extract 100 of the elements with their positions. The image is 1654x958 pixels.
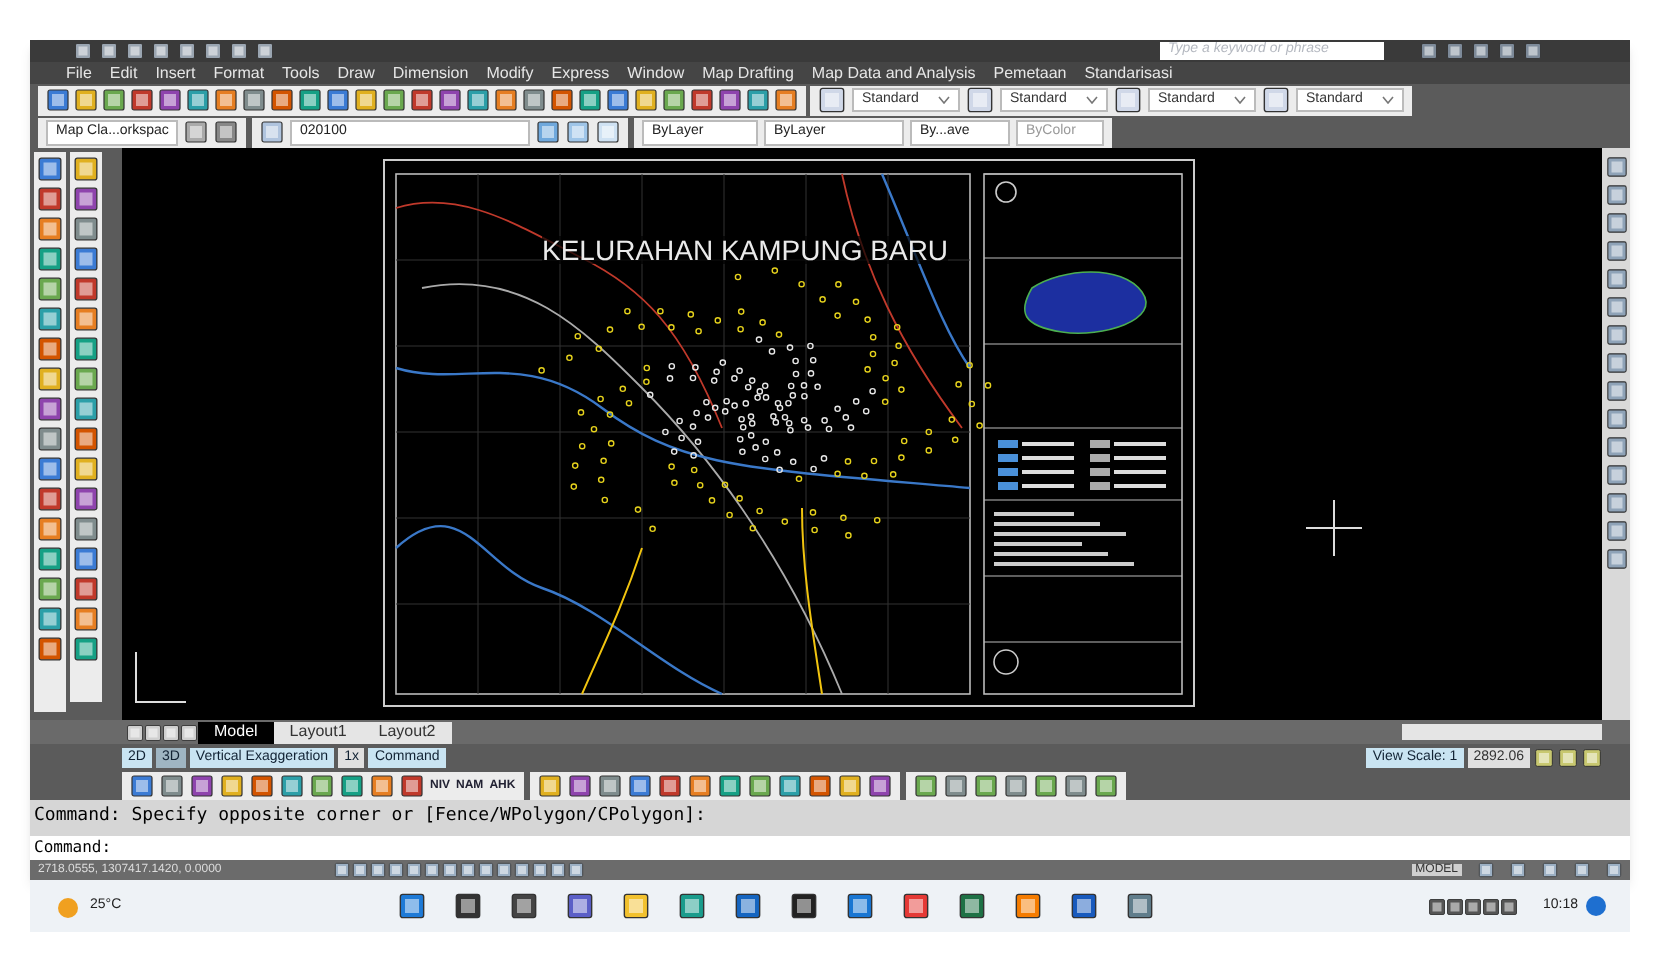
toolbar-icon[interactable] bbox=[410, 88, 434, 112]
toolbar-icon[interactable] bbox=[130, 773, 154, 797]
toolbar-icon[interactable] bbox=[1033, 773, 1058, 797]
toolbar-icon[interactable] bbox=[1605, 296, 1627, 318]
menu-item[interactable]: Express bbox=[551, 65, 610, 81]
toolbar-icon[interactable] bbox=[72, 576, 100, 602]
scrollbar[interactable] bbox=[1402, 724, 1602, 740]
toolbar-icon[interactable] bbox=[634, 88, 658, 112]
toolbar-icon[interactable] bbox=[36, 336, 64, 362]
toolbar-icon[interactable] bbox=[537, 773, 562, 797]
menu-item[interactable]: Modify bbox=[486, 65, 534, 81]
toolbar-icon[interactable] bbox=[72, 606, 100, 632]
toolbar-icon[interactable] bbox=[36, 246, 64, 272]
toolbar-icon[interactable] bbox=[494, 88, 518, 112]
toolbar-icon[interactable] bbox=[72, 216, 100, 242]
toolbar-icon[interactable] bbox=[72, 486, 100, 512]
taskbar-app-icon[interactable] bbox=[733, 892, 762, 920]
toolbar-icon[interactable] bbox=[72, 186, 100, 212]
toolbar-icon[interactable] bbox=[867, 773, 892, 797]
toolbar-icon[interactable] bbox=[567, 773, 592, 797]
toolbar-icon[interactable] bbox=[1605, 324, 1627, 346]
toolbar-icon[interactable] bbox=[340, 773, 364, 797]
menu-item[interactable]: Pemetaan bbox=[993, 65, 1067, 81]
taskbar-app-icon[interactable] bbox=[621, 892, 650, 920]
toolbar-icon[interactable] bbox=[1605, 352, 1627, 374]
toolbar-icon[interactable] bbox=[370, 773, 394, 797]
taskbar-app-icon[interactable] bbox=[1013, 892, 1042, 920]
taskbar-app-icon[interactable] bbox=[957, 892, 986, 920]
toolbar-icon[interactable] bbox=[36, 636, 64, 662]
toolbar-icon[interactable] bbox=[72, 306, 100, 332]
toolbar-icon[interactable] bbox=[36, 186, 64, 212]
toolbar-icon[interactable] bbox=[1605, 380, 1627, 402]
menu-item[interactable]: Map Drafting bbox=[702, 65, 794, 81]
menu-item[interactable]: File bbox=[66, 65, 92, 81]
toolbar-icon[interactable] bbox=[1605, 436, 1627, 458]
toolbar-icon[interactable] bbox=[72, 156, 100, 182]
toolbar-icon[interactable] bbox=[214, 120, 238, 144]
toolbar-icon[interactable] bbox=[1605, 520, 1627, 542]
taskbar-app-icon[interactable] bbox=[901, 892, 930, 920]
toolbar-icon[interactable] bbox=[72, 366, 100, 392]
settings-icon[interactable] bbox=[184, 120, 208, 144]
toolbar-icon[interactable] bbox=[250, 773, 274, 797]
toolbar-icon[interactable] bbox=[72, 456, 100, 482]
toolbar-icon[interactable] bbox=[522, 88, 546, 112]
toolbar-icon[interactable] bbox=[1605, 492, 1627, 514]
toolbar-icon[interactable] bbox=[36, 606, 64, 632]
toolbar-icon[interactable] bbox=[746, 88, 770, 112]
toolbar-icon[interactable] bbox=[36, 576, 64, 602]
layer-icon[interactable] bbox=[260, 120, 284, 144]
toolbar-icon[interactable] bbox=[1003, 773, 1028, 797]
layout-tab[interactable]: Layout2 bbox=[362, 721, 452, 743]
toolbar-icon[interactable] bbox=[102, 88, 126, 112]
toolbar-icon[interactable] bbox=[774, 88, 798, 112]
toolbar-icon[interactable] bbox=[550, 88, 574, 112]
toolbar-icon[interactable] bbox=[74, 88, 98, 112]
taskbar-app-icon[interactable] bbox=[1125, 892, 1154, 920]
toolbar-icon[interactable] bbox=[326, 88, 350, 112]
toolbar-icon[interactable] bbox=[1093, 773, 1118, 797]
toolbar-icon[interactable] bbox=[46, 88, 70, 112]
layer-icon[interactable] bbox=[536, 120, 560, 144]
toolbar-icon[interactable] bbox=[72, 546, 100, 572]
toolbar-icon[interactable] bbox=[657, 773, 682, 797]
toolbar-icon[interactable] bbox=[606, 88, 630, 112]
toolbar-icon[interactable] bbox=[298, 88, 322, 112]
toolbar-icon[interactable] bbox=[36, 456, 64, 482]
toolbar-icon[interactable] bbox=[1605, 464, 1627, 486]
toolbar-icon[interactable] bbox=[1605, 240, 1627, 262]
toolbar-icon[interactable] bbox=[943, 773, 968, 797]
toolbar-icon[interactable] bbox=[687, 773, 712, 797]
toolbar-icon[interactable] bbox=[36, 216, 64, 242]
toolbar-icon[interactable] bbox=[807, 773, 832, 797]
toolbar-icon[interactable] bbox=[913, 773, 938, 797]
toolbar-icon[interactable] bbox=[72, 636, 100, 662]
taskbar-app-icon[interactable] bbox=[453, 892, 482, 920]
toolbar-icon[interactable] bbox=[130, 88, 154, 112]
style-icon[interactable] bbox=[1114, 86, 1142, 114]
layer-icon[interactable] bbox=[596, 120, 620, 144]
menu-item[interactable]: Draw bbox=[337, 65, 375, 81]
toolbar-icon[interactable] bbox=[466, 88, 490, 112]
style-icon[interactable] bbox=[966, 86, 994, 114]
toolbar-icon[interactable] bbox=[597, 773, 622, 797]
toolbar-icon[interactable] bbox=[717, 773, 742, 797]
toolbar-icon[interactable] bbox=[72, 336, 100, 362]
toolbar-icon[interactable] bbox=[837, 773, 862, 797]
toolbar-icon[interactable] bbox=[1605, 184, 1627, 206]
toolbar-icon[interactable] bbox=[36, 396, 64, 422]
toolbar-icon[interactable] bbox=[747, 773, 772, 797]
layout-tab[interactable]: Layout1 bbox=[273, 721, 363, 743]
toolbar-icon[interactable] bbox=[242, 88, 266, 112]
toolbar-icon[interactable] bbox=[214, 88, 238, 112]
toolbar-icon[interactable] bbox=[36, 516, 64, 542]
toolbar-icon[interactable] bbox=[973, 773, 998, 797]
toolbar-icon[interactable] bbox=[186, 88, 210, 112]
toolbar-icon[interactable] bbox=[1063, 773, 1088, 797]
taskbar-app-icon[interactable] bbox=[845, 892, 874, 920]
toolbar-icon[interactable] bbox=[1605, 212, 1627, 234]
toolbar-icon[interactable] bbox=[354, 88, 378, 112]
menu-item[interactable]: Insert bbox=[155, 65, 196, 81]
layer-icon[interactable] bbox=[566, 120, 590, 144]
toolbar-icon[interactable] bbox=[72, 246, 100, 272]
